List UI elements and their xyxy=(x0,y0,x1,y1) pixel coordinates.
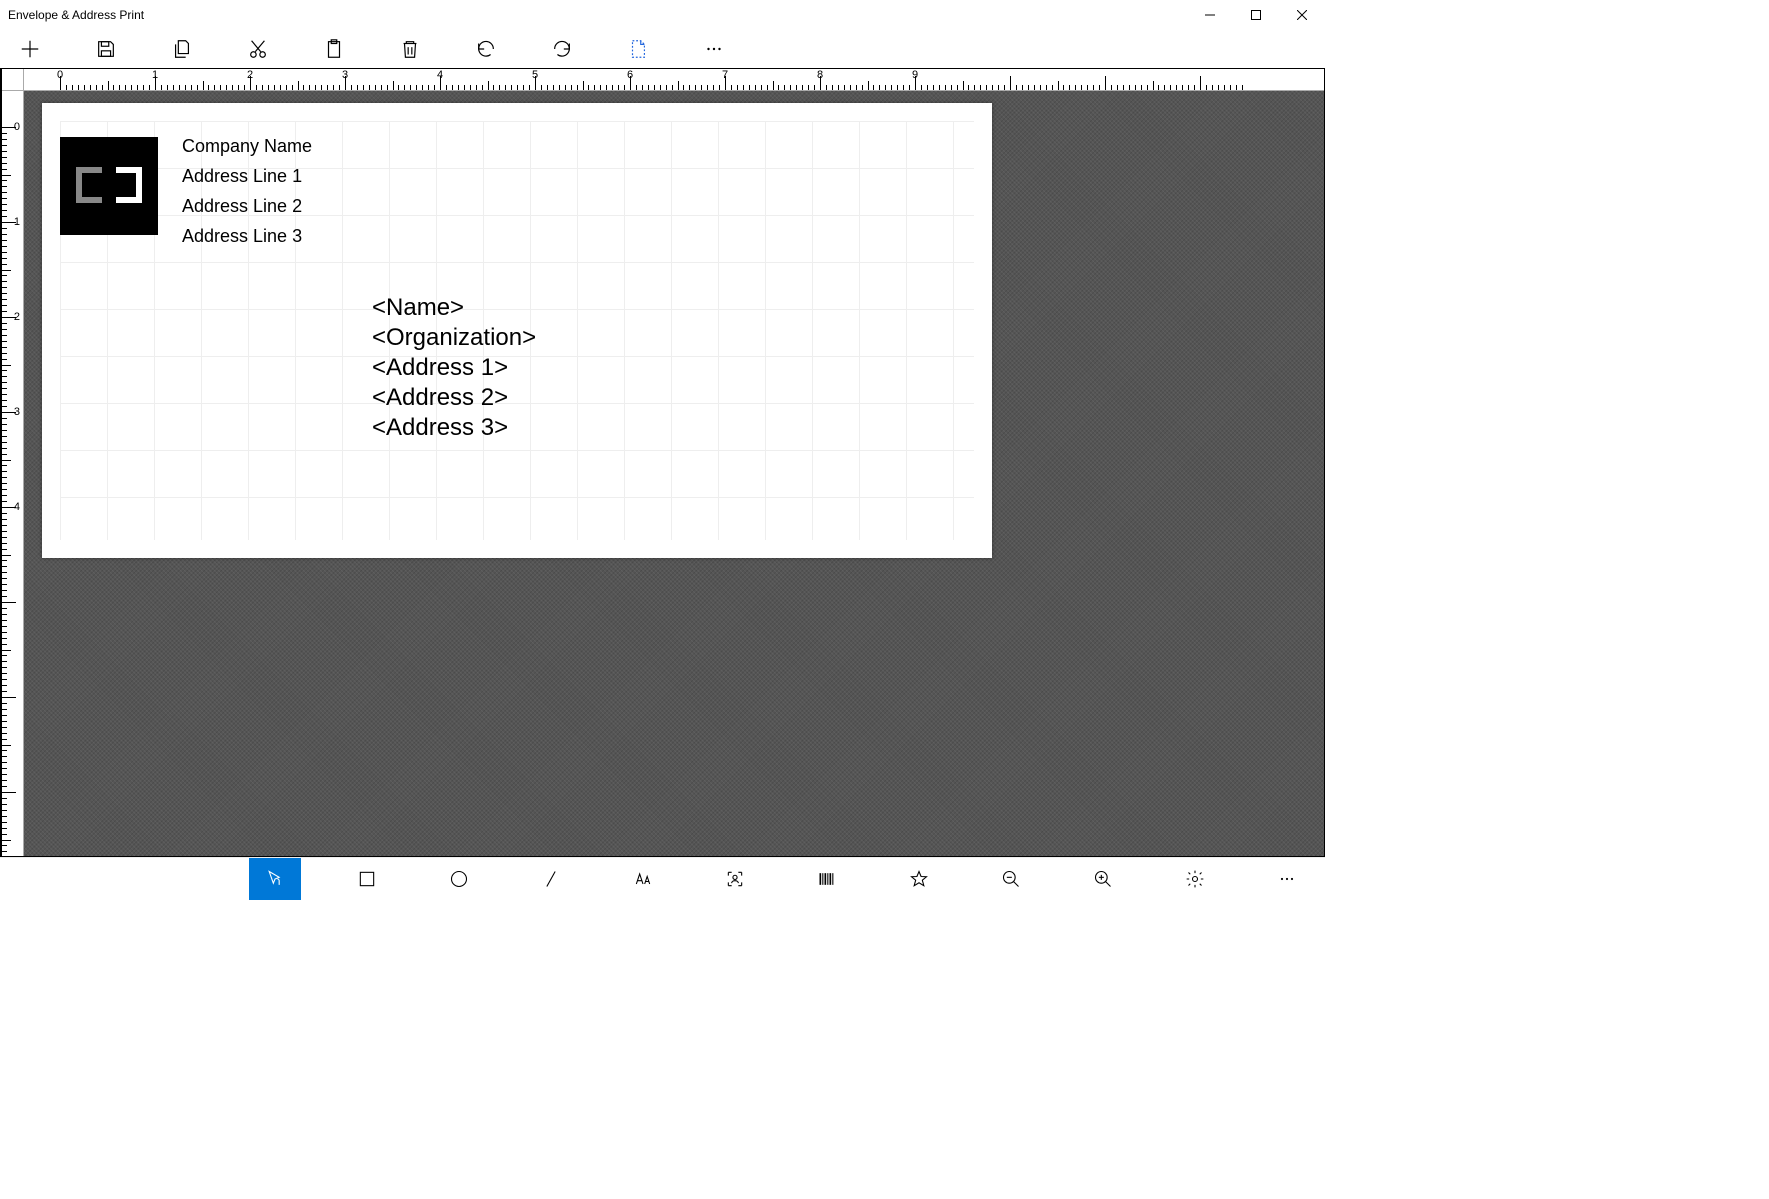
trash-icon xyxy=(399,38,421,60)
toolbar-bottom xyxy=(0,857,1325,899)
clipboard-icon xyxy=(323,38,345,60)
ruler-v-label: 0 xyxy=(14,121,20,133)
window-title: Envelope & Address Print xyxy=(8,8,144,22)
maximize-button[interactable] xyxy=(1233,0,1279,30)
more-icon xyxy=(1277,869,1297,889)
ruler-vertical: 0 1 2 3 4 xyxy=(2,91,24,856)
select-tool[interactable] xyxy=(249,858,301,900)
delete-button[interactable] xyxy=(398,37,422,61)
more-icon xyxy=(703,38,725,60)
square-icon xyxy=(357,869,377,889)
new-document-button[interactable] xyxy=(626,37,650,61)
ellipse-tool[interactable] xyxy=(433,858,485,900)
save-button[interactable] xyxy=(94,37,118,61)
ruler-h-label: 7 xyxy=(722,69,728,81)
cursor-icon xyxy=(265,869,285,889)
close-button[interactable] xyxy=(1279,0,1325,30)
save-icon xyxy=(95,38,117,60)
recipient-address-block[interactable]: <Name><Organization><Address 1><Address … xyxy=(372,293,536,443)
barcode-tool[interactable] xyxy=(801,858,853,900)
image-tool[interactable] xyxy=(709,858,761,900)
ruler-v-label: 1 xyxy=(14,216,20,228)
sender-line: Address Line 2 xyxy=(182,191,312,221)
sender-line: Address Line 1 xyxy=(182,161,312,191)
undo-button[interactable] xyxy=(474,37,498,61)
recipient-line: <Name> xyxy=(372,293,536,323)
line-icon xyxy=(541,869,561,889)
recipient-line: <Organization> xyxy=(372,323,536,353)
bottom-more-button[interactable] xyxy=(1261,858,1313,900)
ruler-horizontal: 0 1 2 3 4 5 6 7 8 9 xyxy=(24,69,1324,91)
company-logo[interactable] xyxy=(60,137,158,235)
ruler-v-label: 4 xyxy=(14,501,20,513)
recipient-line: <Address 3> xyxy=(372,413,536,443)
plus-icon xyxy=(19,38,41,60)
zoom-in-button[interactable] xyxy=(1077,858,1129,900)
redo-icon xyxy=(551,38,573,60)
ruler-v-label: 2 xyxy=(14,311,20,323)
new-document-icon xyxy=(627,38,649,60)
redo-button[interactable] xyxy=(550,37,574,61)
ruler-h-label: 9 xyxy=(912,69,918,81)
new-button[interactable] xyxy=(18,37,42,61)
scissors-icon xyxy=(247,38,269,60)
recipient-line: <Address 1> xyxy=(372,353,536,383)
ruler-h-label: 1 xyxy=(152,69,158,81)
sender-address-block[interactable]: Company NameAddress Line 1Address Line 2… xyxy=(182,131,312,251)
more-button[interactable] xyxy=(702,37,726,61)
ruler-h-label: 8 xyxy=(817,69,823,81)
text-tool[interactable] xyxy=(617,858,669,900)
star-icon xyxy=(909,869,929,889)
titlebar: Envelope & Address Print xyxy=(0,0,1325,30)
logo-bracket-left xyxy=(76,167,102,203)
logo-bracket-right xyxy=(116,167,142,203)
circle-icon xyxy=(449,869,469,889)
gear-icon xyxy=(1185,869,1205,889)
person-frame-icon xyxy=(725,869,745,889)
toolbar-top xyxy=(0,30,1325,68)
zoom-out-icon xyxy=(1001,869,1021,889)
minimize-button[interactable] xyxy=(1187,0,1233,30)
zoom-out-button[interactable] xyxy=(985,858,1037,900)
line-tool[interactable] xyxy=(525,858,577,900)
ruler-h-label: 2 xyxy=(247,69,253,81)
ruler-h-label: 6 xyxy=(627,69,633,81)
star-tool[interactable] xyxy=(893,858,945,900)
ruler-h-label: 4 xyxy=(437,69,443,81)
copy-button[interactable] xyxy=(170,37,194,61)
workspace: 0123456789 01234 Company NameAddress Lin… xyxy=(0,68,1325,857)
ruler-v-label: 3 xyxy=(14,406,20,418)
copy-icon xyxy=(171,38,193,60)
barcode-icon xyxy=(817,869,837,889)
ruler-h-label: 0 xyxy=(57,69,63,81)
envelope-paper[interactable]: Company NameAddress Line 1Address Line 2… xyxy=(42,103,992,558)
sender-line: Company Name xyxy=(182,131,312,161)
ruler-h-label: 3 xyxy=(342,69,348,81)
text-icon xyxy=(633,869,653,889)
ruler-h-label: 5 xyxy=(532,69,538,81)
sender-line: Address Line 3 xyxy=(182,221,312,251)
ruler-corner xyxy=(2,69,24,91)
cut-button[interactable] xyxy=(246,37,270,61)
canvas[interactable]: Company NameAddress Line 1Address Line 2… xyxy=(24,91,1324,856)
zoom-in-icon xyxy=(1093,869,1113,889)
settings-button[interactable] xyxy=(1169,858,1221,900)
rectangle-tool[interactable] xyxy=(341,858,393,900)
paste-button[interactable] xyxy=(322,37,346,61)
undo-icon xyxy=(475,38,497,60)
recipient-line: <Address 2> xyxy=(372,383,536,413)
